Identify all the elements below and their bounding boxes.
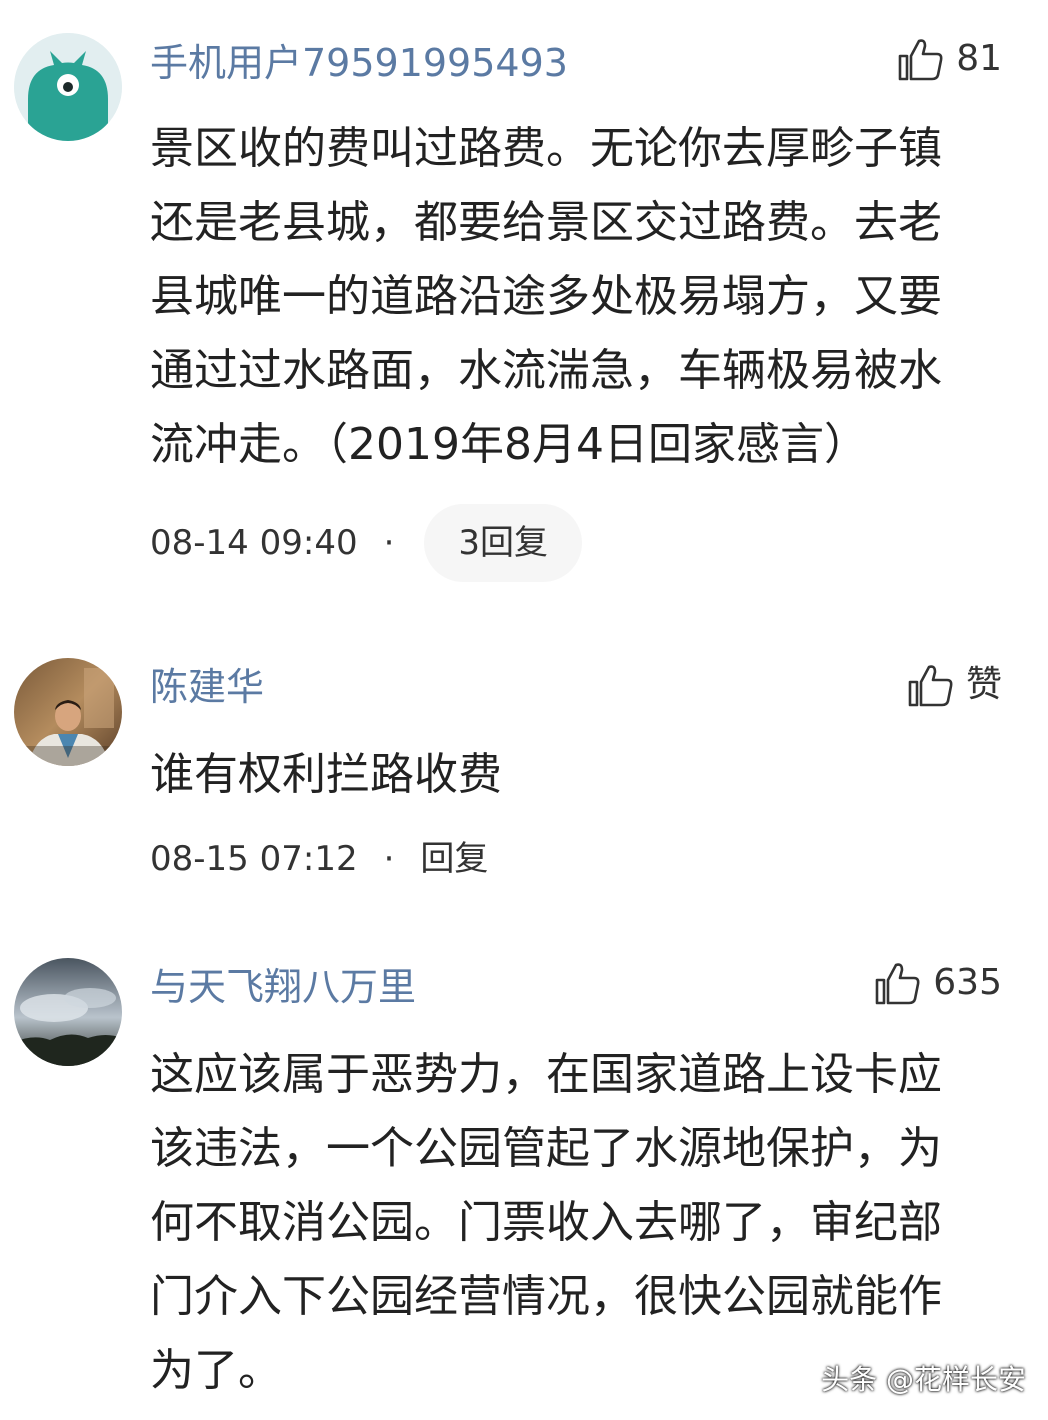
man-photo-avatar-icon [14, 658, 122, 766]
comment-text-line: 景区收的费叫过路费。无论你去厚畛子镇 [150, 123, 942, 174]
like-count: 635 [933, 962, 1002, 1003]
comment-text: 这应该属于恶势力，在国家道路上设卡应 该违法，一个公园管起了水源地保护，为 何不… [150, 1038, 1010, 1408]
thumbs-up-icon [898, 39, 943, 81]
thumbs-up-icon [875, 963, 920, 1005]
user-avatar[interactable] [14, 958, 122, 1066]
comment-text-line: 这应该属于恶势力，在国家道路上设卡应 [150, 1049, 942, 1100]
comment-text-line: 县城唯一的道路沿途多处极易塌方，又要 [150, 271, 942, 322]
watermark: 头条 @花样长安 [821, 1363, 1026, 1396]
comment-meta: 08-15 07:12 · 回复 [150, 842, 488, 876]
comment-username[interactable]: 陈建华 [150, 668, 264, 706]
user-avatar[interactable] [14, 658, 122, 766]
meta-separator: · [383, 523, 395, 563]
comment-text: 景区收的费叫过路费。无论你去厚畛子镇 还是老县城，都要给景区交过路费。去老 县城… [150, 112, 1010, 482]
comment-text-line: 何不取消公园。门票收入去哪了，审纪部 [150, 1197, 942, 1248]
meta-separator: · [383, 839, 395, 879]
comment-text-line: 通过过水路面，水流湍急，车辆极易被水 [150, 345, 942, 396]
reply-button[interactable]: 回复 [420, 842, 488, 876]
comment-time: 08-14 09:40 [150, 523, 358, 563]
green-monster-avatar-icon [14, 33, 122, 141]
comment-time: 08-15 07:12 [150, 839, 358, 879]
comment-text-line: 谁有权利拦路收费 [150, 749, 502, 800]
sky-photo-avatar-icon [14, 958, 122, 1066]
like-count: 81 [956, 38, 1002, 79]
comment-text-line: 还是老县城，都要给景区交过路费。去老 [150, 197, 942, 248]
thumbs-up-icon [908, 665, 953, 707]
user-avatar[interactable] [14, 33, 122, 141]
reply-button[interactable]: 3回复 [424, 504, 583, 582]
comment-username[interactable]: 与天飞翔八万里 [150, 968, 416, 1006]
comment-username[interactable]: 手机用户79591995493 [150, 44, 568, 82]
like-button[interactable]: 赞 [906, 660, 1002, 710]
comment-text-line: 该违法，一个公园管起了水源地保护，为 [150, 1123, 942, 1174]
like-button[interactable]: 81 [896, 34, 1002, 84]
like-label: 赞 [965, 664, 1002, 705]
comment-meta: 08-14 09:40 · 3回复 [150, 504, 583, 582]
like-button[interactable]: 635 [873, 958, 1002, 1008]
comment-text-line: 流冲走。（2019年8月4日回家感言） [150, 419, 868, 470]
comment-text-line: 门介入下公园经营情况，很快公园就能作 [150, 1271, 942, 1322]
comment-text: 谁有权利拦路收费 [150, 738, 1010, 812]
